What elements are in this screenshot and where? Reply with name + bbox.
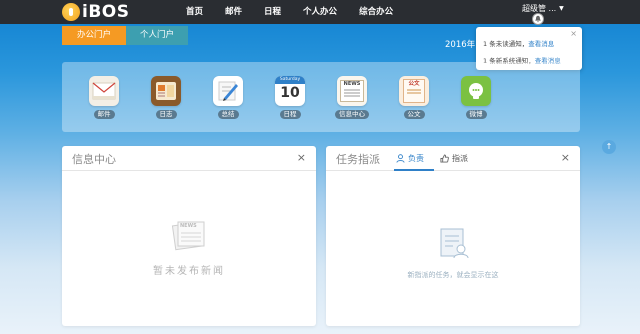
mail-icon — [89, 76, 119, 106]
nav-item-personal-office[interactable]: 个人办公 — [303, 0, 337, 24]
active-tab-underline — [394, 169, 434, 171]
app-calendar[interactable]: Saturday 10 日程 — [270, 76, 310, 119]
logo[interactable]: iBOS — [62, 2, 129, 22]
chevron-down-icon: ▼ — [559, 5, 564, 12]
widget-header: 任务指派 负责 指派 × — [326, 146, 580, 171]
empty-news-icon: NEWS — [170, 218, 208, 252]
app-weibo[interactable]: 微博 — [456, 76, 496, 119]
app-label: 微博 — [465, 110, 487, 119]
news-icon: NEWS — [337, 76, 367, 106]
nav-item-general-office[interactable]: 综合办公 — [359, 0, 393, 24]
view-message-link[interactable]: 查看消息 — [528, 40, 554, 48]
app-label: 公文 — [403, 110, 425, 119]
notification-unread: 1 条未读通知，查看消息 — [483, 38, 554, 48]
scroll-to-top-button[interactable]: ↑ — [602, 140, 616, 154]
close-icon[interactable]: × — [561, 151, 570, 164]
widget-header: 信息中心 × — [62, 146, 316, 171]
widget-title: 信息中心 — [72, 153, 116, 166]
tab-personal-portal[interactable]: 个人门户 — [126, 26, 188, 45]
close-icon[interactable]: × — [570, 29, 577, 38]
tab-assign[interactable]: 指派 — [440, 153, 468, 164]
diary-icon — [151, 76, 181, 106]
app-label: 邮件 — [93, 110, 115, 119]
tab-responsible-label: 负责 — [408, 154, 424, 163]
app-label: 日志 — [155, 110, 177, 119]
nav-item-home[interactable]: 首页 — [186, 0, 203, 24]
main-nav: 首页 邮件 日程 个人办公 综合办公 — [186, 0, 415, 24]
widget-title: 任务指派 — [336, 153, 380, 166]
app-summary[interactable]: 总结 — [208, 76, 248, 119]
logo-icon — [62, 3, 80, 21]
calendar-icon: Saturday 10 — [275, 76, 305, 106]
news-badge: NEWS — [343, 81, 361, 87]
empty-news-badge: NEWS — [180, 223, 197, 229]
document-badge: 公文 — [408, 81, 420, 87]
app-document[interactable]: 公文 公文 — [394, 76, 434, 119]
bell-icon[interactable] — [532, 13, 544, 25]
app-diary[interactable]: 日志 — [146, 76, 186, 119]
tab-responsible[interactable]: 负责 — [396, 153, 424, 164]
tab-assign-label: 指派 — [452, 154, 468, 163]
nav-item-schedule[interactable]: 日程 — [264, 0, 281, 24]
weibo-icon — [461, 76, 491, 106]
portal-tabs: 办公门户 个人门户 — [62, 26, 188, 45]
document-icon: 公文 — [399, 76, 429, 106]
empty-state-text: 新指派的任务，就会显示在这 — [407, 271, 499, 279]
task-assign-widget: 任务指派 负责 指派 × 新指派的任务，就会显示在这 — [326, 146, 580, 326]
logo-text: iBOS — [82, 2, 130, 22]
nav-item-mail[interactable]: 邮件 — [225, 0, 242, 24]
app-label: 总结 — [217, 110, 239, 119]
app-info-center[interactable]: NEWS 信息中心 — [332, 76, 372, 119]
thumbs-up-icon — [440, 154, 449, 163]
empty-task-icon — [436, 226, 470, 260]
empty-state-text: 暂未发布新闻 — [153, 266, 225, 277]
calendar-day: 10 — [280, 85, 300, 101]
app-launcher-panel: 邮件 日志 总结 Saturday 10 日程 NEWS 信息中心 公文 公文 … — [62, 62, 580, 132]
app-mail[interactable]: 邮件 — [84, 76, 124, 119]
top-navbar: iBOS 首页 邮件 日程 个人办公 综合办公 超级管 ... ▼ — [0, 0, 640, 25]
calendar-header: Saturday — [275, 76, 305, 84]
app-label: 信息中心 — [335, 110, 369, 119]
summary-icon — [213, 76, 243, 106]
notification-unread-text: 1 条未读通知， — [483, 40, 529, 48]
info-center-widget: 信息中心 × NEWS 暂未发布新闻 — [62, 146, 316, 326]
close-icon[interactable]: × — [297, 151, 306, 164]
app-label: 日程 — [279, 110, 301, 119]
user-icon — [396, 154, 405, 163]
tab-office-portal[interactable]: 办公门户 — [62, 26, 126, 45]
